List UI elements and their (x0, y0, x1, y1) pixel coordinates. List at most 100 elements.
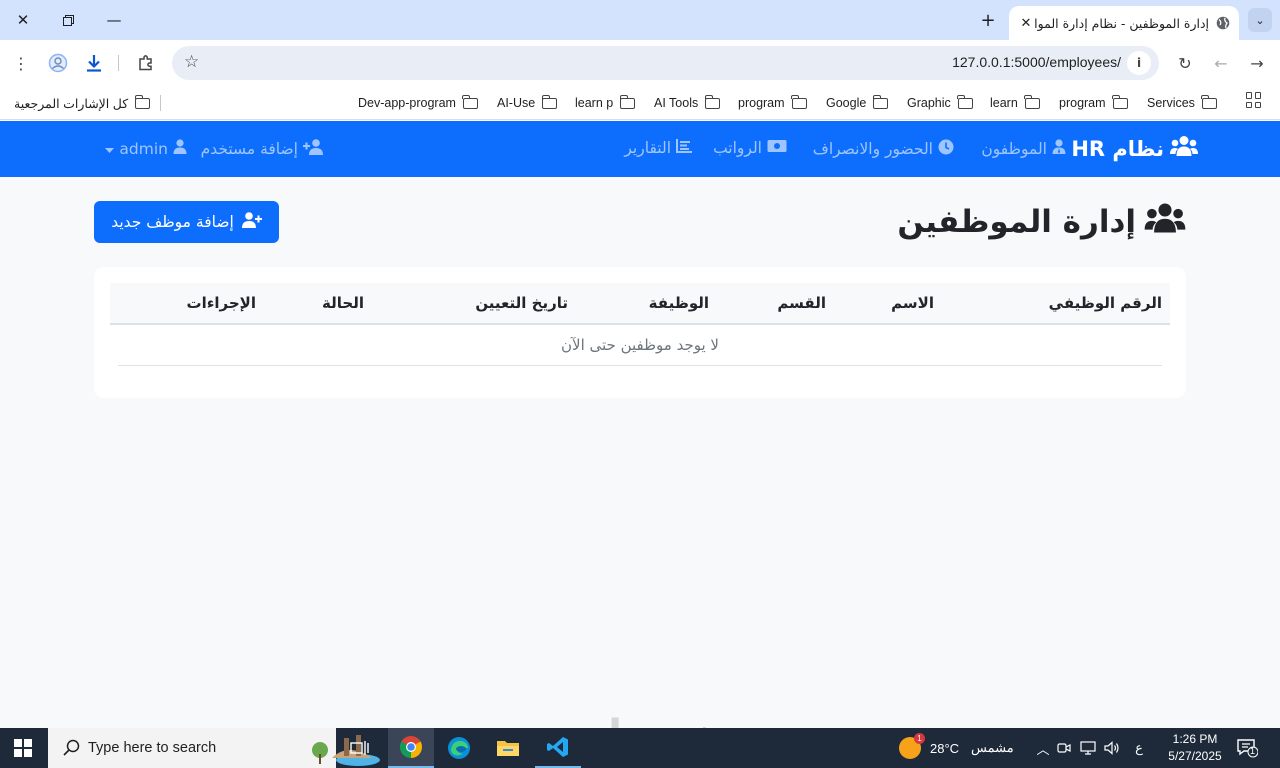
chart-bar-icon (676, 139, 692, 157)
col-status: الحالة (322, 294, 364, 312)
user-dropdown[interactable]: admin (105, 139, 187, 158)
nav-attendance[interactable]: الحضور والانصراف (813, 139, 954, 159)
tab-search-icon[interactable]: ⌄ (1248, 8, 1272, 32)
nav-reports[interactable]: التقارير (624, 139, 692, 157)
volume-icon[interactable] (1100, 741, 1124, 755)
folder-icon (1201, 94, 1217, 109)
search-placeholder: Type here to search (88, 740, 217, 756)
col-name: الاسم (891, 294, 934, 312)
minimize-window-icon[interactable]: — (99, 8, 129, 32)
app-navbar: نظام HR الموظفون الحضور والانصراف الروات… (0, 121, 1280, 177)
forward-arrow-icon[interactable]: → (1244, 50, 1270, 76)
username: admin (119, 139, 168, 158)
show-hidden-icons-chevron-icon[interactable]: ︿ (1034, 739, 1052, 758)
bookmark-label: Graphic (907, 96, 951, 110)
restore-window-icon[interactable] (53, 8, 83, 32)
browser-tab-active[interactable]: إدارة الموظفين - نظام إدارة الموار ✕ (1009, 6, 1239, 40)
taskbar-clock[interactable]: 1:26 PM 5/27/2025 (1164, 731, 1226, 765)
bookmark-label: AI Tools (654, 96, 699, 110)
bookmark-label: Google (826, 96, 867, 110)
taskbar-search[interactable]: Type here to search (48, 728, 380, 768)
folder-icon (1024, 94, 1040, 109)
nav-add-user[interactable]: إضافة مستخدم (201, 139, 325, 159)
folder-icon (619, 94, 636, 109)
back-arrow-icon[interactable]: ← (1208, 50, 1234, 76)
close-window-icon[interactable]: ✕ (8, 8, 38, 32)
task-view-icon[interactable] (337, 728, 383, 768)
folder-icon (790, 94, 807, 109)
apps-grid-icon[interactable] (1246, 92, 1262, 108)
col-job: الوظيفة (648, 294, 709, 312)
bookmark-label: Services (1147, 96, 1195, 110)
meet-now-icon[interactable] (1052, 741, 1076, 755)
windows-start-icon[interactable] (14, 739, 32, 757)
add-employee-label: إضافة موظف جديد (111, 213, 234, 231)
windows-taskbar: Type here to search 1 28°C مشمس ︿ ع 1:26… (0, 728, 1280, 768)
folder-icon (462, 94, 478, 109)
network-icon[interactable] (1076, 741, 1100, 755)
profile-icon[interactable] (45, 50, 71, 76)
bookmark-folder[interactable]: AI-Use (497, 93, 558, 113)
nav-employees[interactable]: الموظفون (981, 139, 1066, 158)
new-tab-icon[interactable]: + (976, 8, 1000, 32)
vscode-icon[interactable] (535, 728, 581, 768)
bookmark-folder[interactable]: Graphic (907, 93, 973, 113)
nav-label: الرواتب (713, 139, 762, 157)
bookmark-folder[interactable]: learn (990, 93, 1040, 113)
user-plus-icon (303, 139, 325, 159)
bookmark-folder[interactable]: Services (1147, 93, 1217, 113)
bookmark-label: program (1059, 96, 1106, 110)
bookmark-label: program (738, 96, 785, 110)
site-info-icon[interactable]: i (1127, 51, 1151, 75)
users-icon (1170, 135, 1198, 162)
user-icon (173, 139, 187, 158)
file-explorer-icon[interactable] (485, 728, 531, 768)
money-bill-icon (767, 139, 787, 157)
bookmark-folder[interactable]: AI Tools (654, 93, 721, 113)
address-bar[interactable]: ☆ 127.0.0.1:5000/employees/ i (172, 46, 1159, 80)
tab-close-icon[interactable]: ✕ (1017, 16, 1035, 31)
bookmark-folder[interactable]: program (1059, 93, 1128, 113)
bookmark-label: learn p (575, 96, 614, 110)
menu-kebab-icon[interactable]: ⋮ (8, 50, 34, 76)
browser-tabstrip: ✕ — + إدارة الموظفين - نظام إدارة الموار… (0, 0, 1280, 40)
folder-icon (872, 94, 889, 109)
col-hire-date: تاريخ التعيين (475, 294, 568, 312)
tray-icons: ︿ ع (1034, 728, 1154, 768)
brand-text: نظام HR (1071, 136, 1164, 161)
empty-table-message: لا يوجد موظفين حتى الآن (118, 325, 1162, 366)
bookmark-folder[interactable]: Dev-app-program (358, 93, 478, 113)
folder-icon (1111, 94, 1128, 109)
edge-icon[interactable] (436, 728, 482, 768)
bookmark-star-icon[interactable]: ☆ (184, 52, 199, 72)
bookmark-label: Dev-app-program (358, 96, 456, 110)
bookmark-folder[interactable]: Google (826, 93, 889, 113)
table-header: الرقم الوظيفي الاسم القسم الوظيفة تاريخ … (110, 283, 1170, 325)
user-tie-icon (1052, 139, 1066, 158)
col-actions: الإجراءات (186, 294, 256, 312)
input-language[interactable]: ع (1124, 740, 1154, 756)
folder-icon (541, 94, 558, 109)
brand-link[interactable]: نظام HR (1071, 135, 1198, 162)
reload-icon[interactable]: ↻ (1172, 50, 1198, 76)
all-bookmarks-folder[interactable]: كل الإشارات المرجعية (14, 93, 151, 113)
nav-salaries[interactable]: الرواتب (713, 139, 787, 157)
bookmark-folder[interactable]: program (738, 93, 807, 113)
folder-icon (704, 94, 721, 109)
address-url[interactable]: 127.0.0.1:5000/employees/ (952, 54, 1121, 70)
employees-card: الرقم الوظيفي الاسم القسم الوظيفة تاريخ … (94, 267, 1186, 398)
extensions-icon[interactable] (133, 50, 159, 76)
bookmark-folder[interactable]: learn p (575, 93, 636, 113)
nav-label: إضافة مستخدم (200, 140, 298, 158)
chrome-icon[interactable] (388, 728, 434, 768)
search-icon (62, 738, 82, 758)
bookmark-label: AI-Use (497, 96, 536, 110)
bookmark-label: كل الإشارات المرجعية (14, 96, 129, 111)
clock-icon (938, 139, 954, 159)
download-icon[interactable] (81, 50, 107, 76)
col-department: القسم (777, 294, 826, 312)
notifications-icon[interactable]: 1 (1236, 738, 1259, 758)
add-employee-button[interactable]: إضافة موظف جديد (94, 201, 279, 243)
weather-widget[interactable]: 1 28°C مشمس (899, 728, 1014, 768)
page-title-text: إدارة الموظفين (897, 204, 1136, 240)
